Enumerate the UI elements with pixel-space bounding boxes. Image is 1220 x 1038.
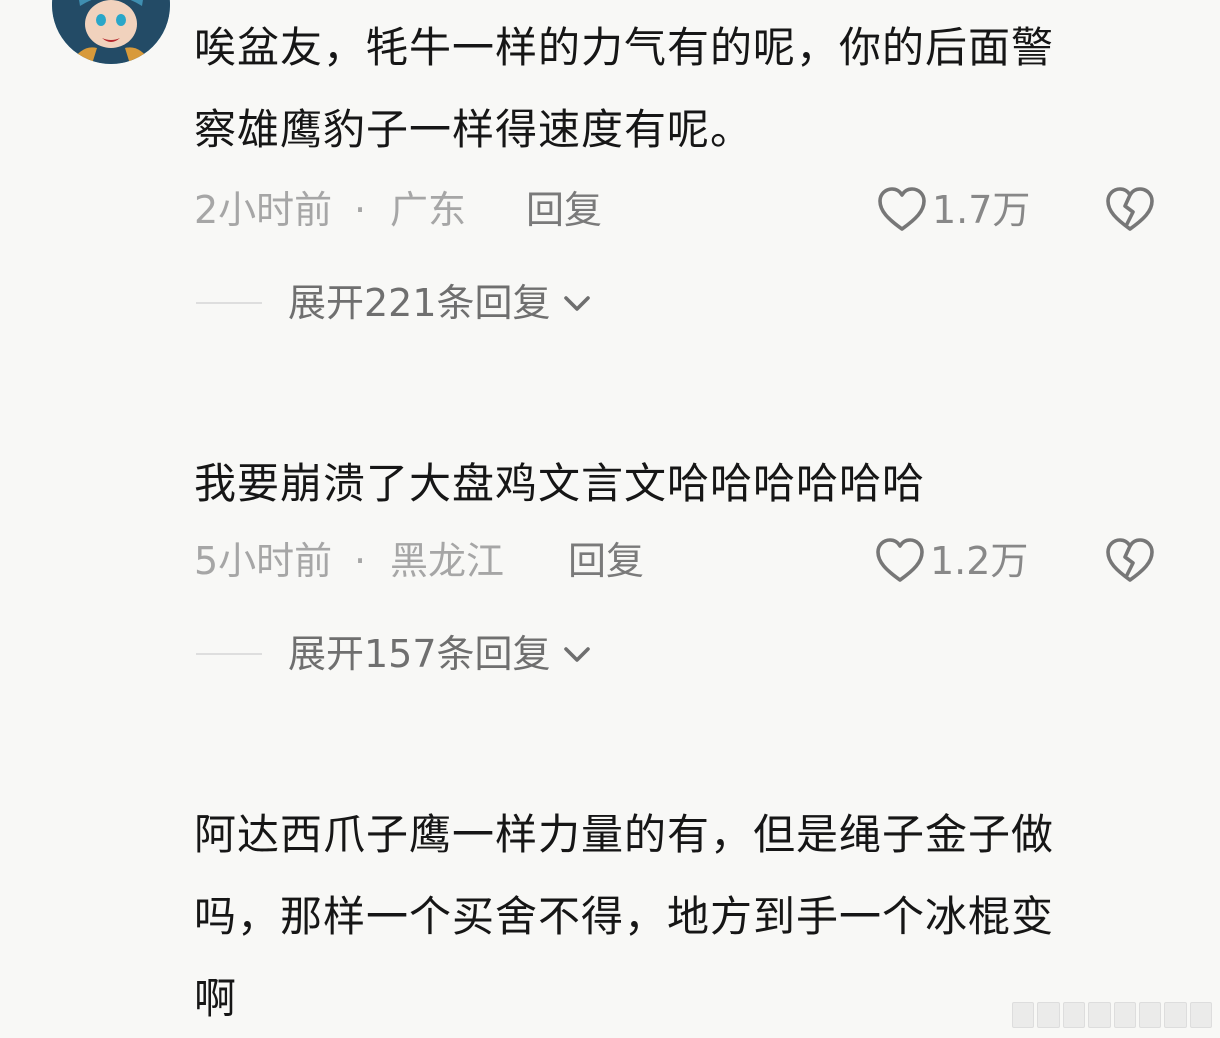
comment-time: 2小时前 [194,188,333,232]
comment-text: 我要崩溃了大盘鸡文言文哈哈哈哈哈哈 [194,443,1174,525]
comment-region: 广东 [390,188,467,232]
comment-text-line: 唉盆友，牦牛一样的力气有的呢，你的后面警 [194,23,1055,72]
divider [196,653,262,655]
comment-text-line: 我要崩溃了大盘鸡文言文哈哈哈哈哈哈 [194,459,926,508]
divider [196,302,262,304]
comment-text-line: 吗，那样一个买舍不得，地方到手一个冰棍变 [194,892,1055,941]
expand-replies-button[interactable]: 展开221条回复 [196,278,595,328]
reply-button[interactable]: 回复 [568,536,644,586]
like-count: 1.2万 [930,539,1029,583]
heart-outline-icon [876,186,928,234]
comment-text-line: 察雄鹰豹子一样得速度有呢。 [194,105,754,154]
comment-meta: 2小时前 · 广东 回复 1.7万 [194,185,1164,235]
watermark-logo [1012,1002,1212,1028]
like-count: 1.7万 [932,188,1031,232]
avatar[interactable] [52,0,170,64]
comment-text: 唉盆友，牦牛一样的力气有的呢，你的后面警 察雄鹰豹子一样得速度有呢。 [194,7,1174,171]
comment-time: 5小时前 [194,539,333,583]
comment-meta: 5小时前 · 黑龙江 回复 1.2万 [194,536,1164,586]
comment-text-line: 阿达西爪子鹰一样力量的有，但是绳子金子做 [194,810,1055,859]
comment-region: 黑龙江 [390,539,505,583]
comment-text-line: 啊 [194,974,238,1023]
like-button[interactable]: 1.7万 [876,185,1030,235]
heart-outline-icon [874,537,926,585]
chevron-down-icon [559,285,595,321]
meta-separator: · [354,188,367,232]
chevron-down-icon [559,636,595,672]
broken-heart-icon[interactable] [1104,537,1156,585]
like-button[interactable]: 1.2万 [874,536,1028,586]
expand-replies-label: 展开221条回复 [288,281,551,325]
reply-button[interactable]: 回复 [526,185,602,235]
expand-replies-button[interactable]: 展开157条回复 [196,629,595,679]
expand-replies-label: 展开157条回复 [288,632,551,676]
meta-separator: · [354,539,367,583]
broken-heart-icon[interactable] [1104,186,1156,234]
avatar-image [52,0,170,64]
